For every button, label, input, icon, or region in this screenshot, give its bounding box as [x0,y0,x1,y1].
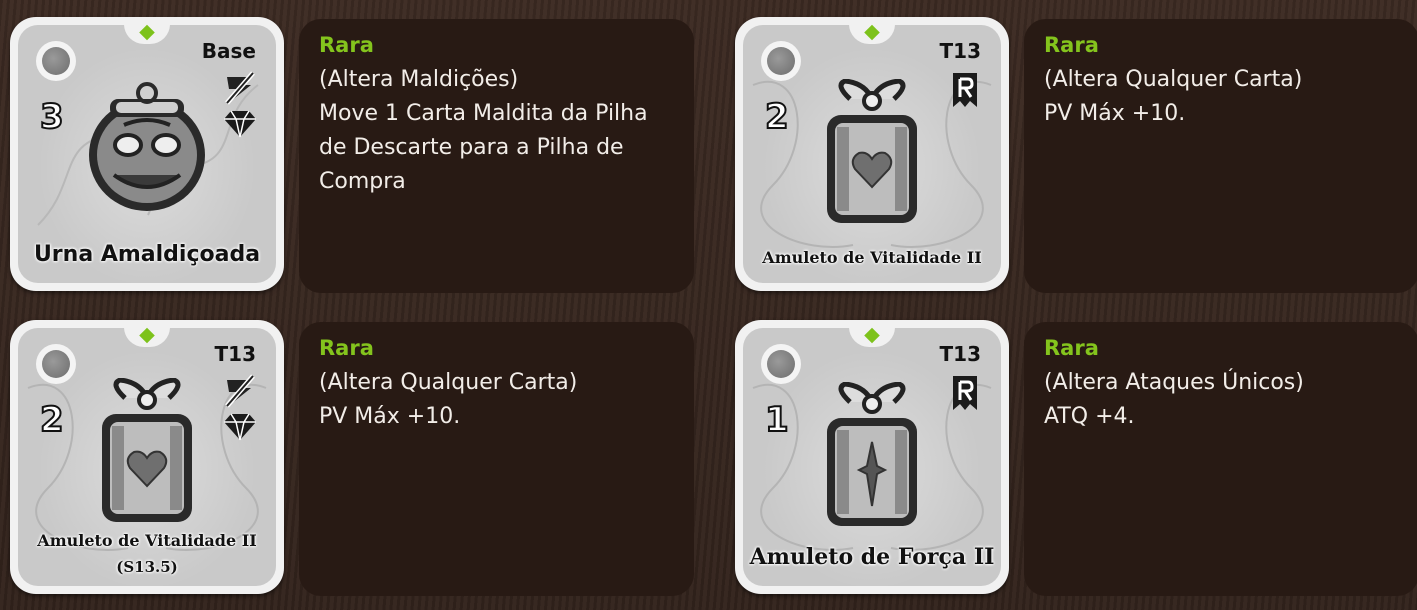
no-action-icon [225,374,255,408]
card-description-panel: Rara (Altera Ataques Únicos) ATQ +4. [1024,322,1417,596]
card-name-subtitle: (S13.5) [116,558,178,576]
card-frame[interactable]: T13 2 Amuleto de Vitalidade II (S13.5) [10,320,284,594]
energy-orb-icon [761,41,801,81]
energy-orb-icon [36,344,76,384]
diamond-icon [224,413,256,441]
card-tier: T13 [214,342,256,366]
card-grid: Base 3 Urna Amaldiçoada Rara (Altera Mal… [0,0,1417,610]
card-tier: T13 [939,342,981,366]
energy-orb-icon [36,41,76,81]
rune-r-icon [953,73,977,107]
card-rarity: Rara [1044,33,1099,57]
card-entry[interactable]: T13 1 Amuleto de Força II Rara (Altera A… [725,303,1417,596]
card-description-panel: Rara (Altera Qualquer Carta) PV Máx +10. [1024,19,1417,293]
card-name: Urna Amaldiçoada [33,242,261,267]
card-tier: Base [201,39,256,63]
card-effect: (Altera Qualquer Carta) PV Máx +10. [319,370,578,429]
card-cost: 2 [764,96,790,138]
card-badges [222,374,258,442]
urn-icon [89,82,205,211]
card-name: Amuleto de Força II [749,544,995,570]
energy-orb-icon [761,344,801,384]
heart-amulet-icon [102,378,192,522]
card-frame[interactable]: T13 2 Amuleto de Vitalidade II [735,17,1009,291]
card-name: Amuleto de Vitalidade II (S13.5) [18,531,276,576]
card-description-panel: Rara (Altera Qualquer Carta) PV Máx +10. [299,322,694,596]
card-name: Amuleto de Vitalidade II [762,248,982,267]
card-badges [947,374,983,412]
rune-r-icon [953,376,977,410]
card-cost: 3 [39,96,65,138]
card-tier: T13 [939,39,981,63]
heart-amulet-icon [827,79,917,223]
card-effect: (Altera Ataques Únicos) ATQ +4. [1044,370,1304,429]
card-badges [222,71,258,139]
card-entry[interactable]: T13 2 Amuleto de Vitalidade II Rara (Alt… [725,0,1417,293]
card-rarity: Rara [319,336,374,360]
card-description-panel: Rara (Altera Maldições) Move 1 Carta Mal… [299,19,694,293]
card-entry[interactable]: Base 3 Urna Amaldiçoada Rara (Altera Mal… [0,0,694,293]
card-effect: (Altera Qualquer Carta) PV Máx +10. [1044,67,1303,126]
card-entry[interactable]: T13 2 Amuleto de Vitalidade II (S13.5) R… [0,303,694,596]
card-rarity: Rara [319,33,374,57]
card-effect: (Altera Maldições) Move 1 Carta Maldita … [319,67,648,194]
card-frame[interactable]: Base 3 Urna Amaldiçoada [10,17,284,291]
card-cost: 1 [764,399,790,441]
card-frame[interactable]: T13 1 Amuleto de Força II [735,320,1009,594]
card-cost: 2 [39,399,65,441]
no-action-icon [225,71,255,105]
card-badges [947,71,983,109]
card-rarity: Rara [1044,336,1099,360]
sword-amulet-icon [827,382,917,526]
diamond-icon [224,110,256,138]
